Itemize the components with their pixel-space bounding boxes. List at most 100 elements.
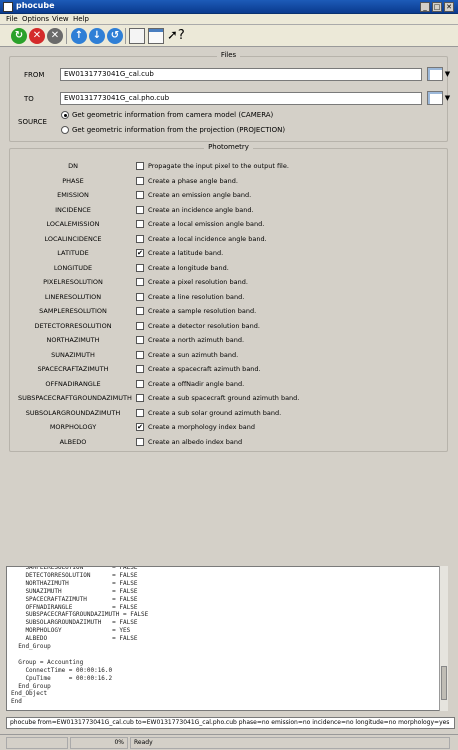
photometry-param-description[interactable]: Create a offNadir angle band. (148, 380, 244, 388)
arrow-up-icon[interactable]: ↑ (71, 28, 87, 44)
photometry-checkbox[interactable] (136, 365, 144, 373)
log-scrollbar-thumb[interactable] (441, 666, 447, 700)
photometry-checkbox[interactable] (136, 263, 144, 272)
history-icon[interactable] (148, 28, 164, 44)
toolbar-separator (125, 28, 126, 44)
photometry-checkbox[interactable] (136, 379, 144, 388)
photometry-param-description[interactable]: Create an albedo index band (148, 438, 242, 446)
photometry-checkbox[interactable]: ✔ (136, 423, 144, 431)
photometry-param-description[interactable]: Create a longitude band. (148, 264, 229, 272)
photometry-row: MORPHOLOGY ✔ Create a morphology index ban… (10, 420, 448, 435)
photometry-param-label: EMISSION (57, 191, 89, 199)
photometry-checkbox[interactable] (136, 234, 144, 243)
maximize-button[interactable]: □ (432, 2, 442, 12)
status-bar: 0% Ready (0, 734, 458, 750)
status-message (6, 737, 68, 749)
run-icon[interactable]: ↻ (11, 28, 27, 44)
photometry-checkbox[interactable] (136, 278, 144, 286)
photometry-row: SUNAZIMUTH Create a sun azimuth band. (10, 348, 448, 363)
menu-file[interactable]: File (6, 15, 18, 23)
photometry-param-label: LONGITUDE (53, 263, 93, 272)
source-camera-label[interactable]: Get geometric information from camera mo… (72, 111, 273, 119)
photometry-param-description[interactable]: Create a local incidence angle band. (148, 235, 267, 243)
photometry-checkbox[interactable] (136, 205, 144, 214)
photometry-checkbox[interactable] (136, 162, 144, 170)
photometry-param-description[interactable]: Propagate the input pixel to the output … (148, 162, 289, 170)
photometry-param-label: MORPHOLOGY (49, 423, 97, 431)
to-browse-icon[interactable] (427, 91, 443, 105)
source-camera-radio[interactable] (61, 111, 69, 119)
photometry-param-label: DETECTORRESOLUTION (34, 321, 112, 330)
photometry-param-description[interactable]: Create an emission angle band. (148, 191, 251, 199)
log-line: SAMPLERESOLUTION = FALSE (11, 566, 138, 571)
to-chevron-down-icon[interactable]: ▼ (444, 91, 451, 105)
photometry-row: PHASE Create a phase angle band. (10, 174, 448, 189)
log-line: End (11, 698, 22, 706)
menu-help[interactable]: Help (73, 15, 89, 23)
source-projection-radio[interactable] (61, 126, 69, 134)
photometry-checkbox[interactable] (136, 437, 144, 446)
command-line-field[interactable]: phocube from=EW0131773041G_cal.cub to=EW… (6, 717, 455, 729)
photometry-param-description[interactable]: Create a local emission angle band. (148, 220, 264, 228)
photometry-row: SUBSPACECRAFTGROUNDAZIMUTH Create a sub s… (10, 391, 448, 406)
photometry-checkbox[interactable] (136, 176, 144, 185)
from-field[interactable]: EW0131773041G_cal.cub (60, 68, 422, 81)
photometry-checkbox[interactable] (136, 321, 144, 330)
photometry-row: DN Propagate the input pixel to the outpu… (10, 159, 448, 174)
photometry-checkbox[interactable] (136, 394, 144, 402)
log-line: End_Object (11, 690, 48, 698)
source-projection-label[interactable]: Get geometric information from the proje… (72, 126, 285, 134)
cancel-icon[interactable]: ✕ (47, 28, 63, 44)
log-line: Group = Accounting (11, 658, 84, 666)
photometry-param-description[interactable]: Create a latitude band. (148, 249, 223, 257)
photometry-param-label: LOCALEMISSION (46, 220, 100, 228)
to-field[interactable]: EW0131773041G_cal.pho.cub (60, 92, 422, 105)
photometry-checkbox[interactable] (136, 220, 144, 228)
main-content: Files FROM EW0131773041G_cal.cub ▼ TO EW… (0, 47, 458, 555)
from-browse-icon[interactable] (427, 67, 443, 81)
photometry-row: ALBEDO Create an albedo index band (10, 435, 448, 450)
log-line: OFFNADIRANGLE = FALSE (11, 603, 138, 611)
arrow-down-icon[interactable]: ↓ (89, 28, 105, 44)
stop-icon[interactable]: ✕ (29, 28, 45, 44)
photometry-param-description[interactable]: Create a sample resolution band. (148, 307, 256, 315)
photometry-param-description[interactable]: Create a sub solar ground azimuth band. (148, 409, 281, 417)
menu-view[interactable]: View (52, 15, 69, 23)
photometry-param-description[interactable]: Create an incidence angle band. (148, 206, 254, 214)
photometry-param-description[interactable]: Create a line resolution band. (148, 293, 244, 301)
photometry-param-description[interactable]: Create a morphology index band (148, 423, 255, 431)
photometry-param-label: PIXELRESOLUTION (43, 278, 103, 286)
minimize-button[interactable]: _ (420, 2, 430, 12)
reset-icon[interactable]: ↺ (107, 28, 123, 44)
photometry-param-label: SUBSOLARGROUNDAZIMUTH (25, 408, 121, 417)
photometry-param-description[interactable]: Create a detector resolution band. (148, 322, 260, 330)
menu-options[interactable]: Options (22, 15, 49, 23)
photometry-param-label: ALBEDO (59, 437, 87, 446)
photometry-param-description[interactable]: Create a sub spacecraft ground azimuth b… (148, 394, 299, 402)
log-output[interactable]: SAMPLERESOLUTION = FALSE DETECTORRESOLUT… (6, 566, 447, 711)
photometry-row: DETECTORRESOLUTION Create a detector reso… (10, 319, 448, 334)
whats-this-icon[interactable]: ➚? (167, 28, 185, 44)
photometry-checkbox[interactable] (136, 307, 144, 315)
photometry-row: SPACECRAFTAZIMUTH Create a spacecraft azi… (10, 362, 448, 377)
log-line: ALBEDO = FALSE (11, 635, 138, 643)
photometry-row: LATITUDE ✔ Create a latitude band. (10, 246, 448, 261)
photometry-checkbox[interactable]: ✔ (136, 249, 144, 257)
photometry-checkbox[interactable] (136, 336, 144, 344)
photometry-checkbox[interactable] (136, 292, 144, 301)
photometry-param-description[interactable]: Create a north azimuth band. (148, 336, 244, 344)
photometry-param-description[interactable]: Create a pixel resolution band. (148, 278, 248, 286)
photometry-checkbox[interactable] (136, 191, 144, 199)
photometry-checkbox[interactable] (136, 350, 144, 359)
log-line: SUBSOLARGROUNDAZIMUTH = FALSE (11, 619, 138, 627)
photometry-param-description[interactable]: Create a phase angle band. (148, 177, 238, 185)
photometry-param-description[interactable]: Create a sun azimuth band. (148, 351, 238, 359)
log-scrollbar[interactable] (439, 566, 448, 711)
close-window-button[interactable]: ✕ (444, 2, 454, 12)
photometry-checkbox[interactable] (136, 408, 144, 417)
photometry-row: EMISSION Create an emission angle band. (10, 188, 448, 203)
from-label: FROM (24, 71, 45, 79)
photometry-param-description[interactable]: Create a spacecraft azimuth band. (148, 365, 261, 373)
from-chevron-down-icon[interactable]: ▼ (444, 67, 451, 81)
save-icon[interactable] (129, 28, 145, 44)
